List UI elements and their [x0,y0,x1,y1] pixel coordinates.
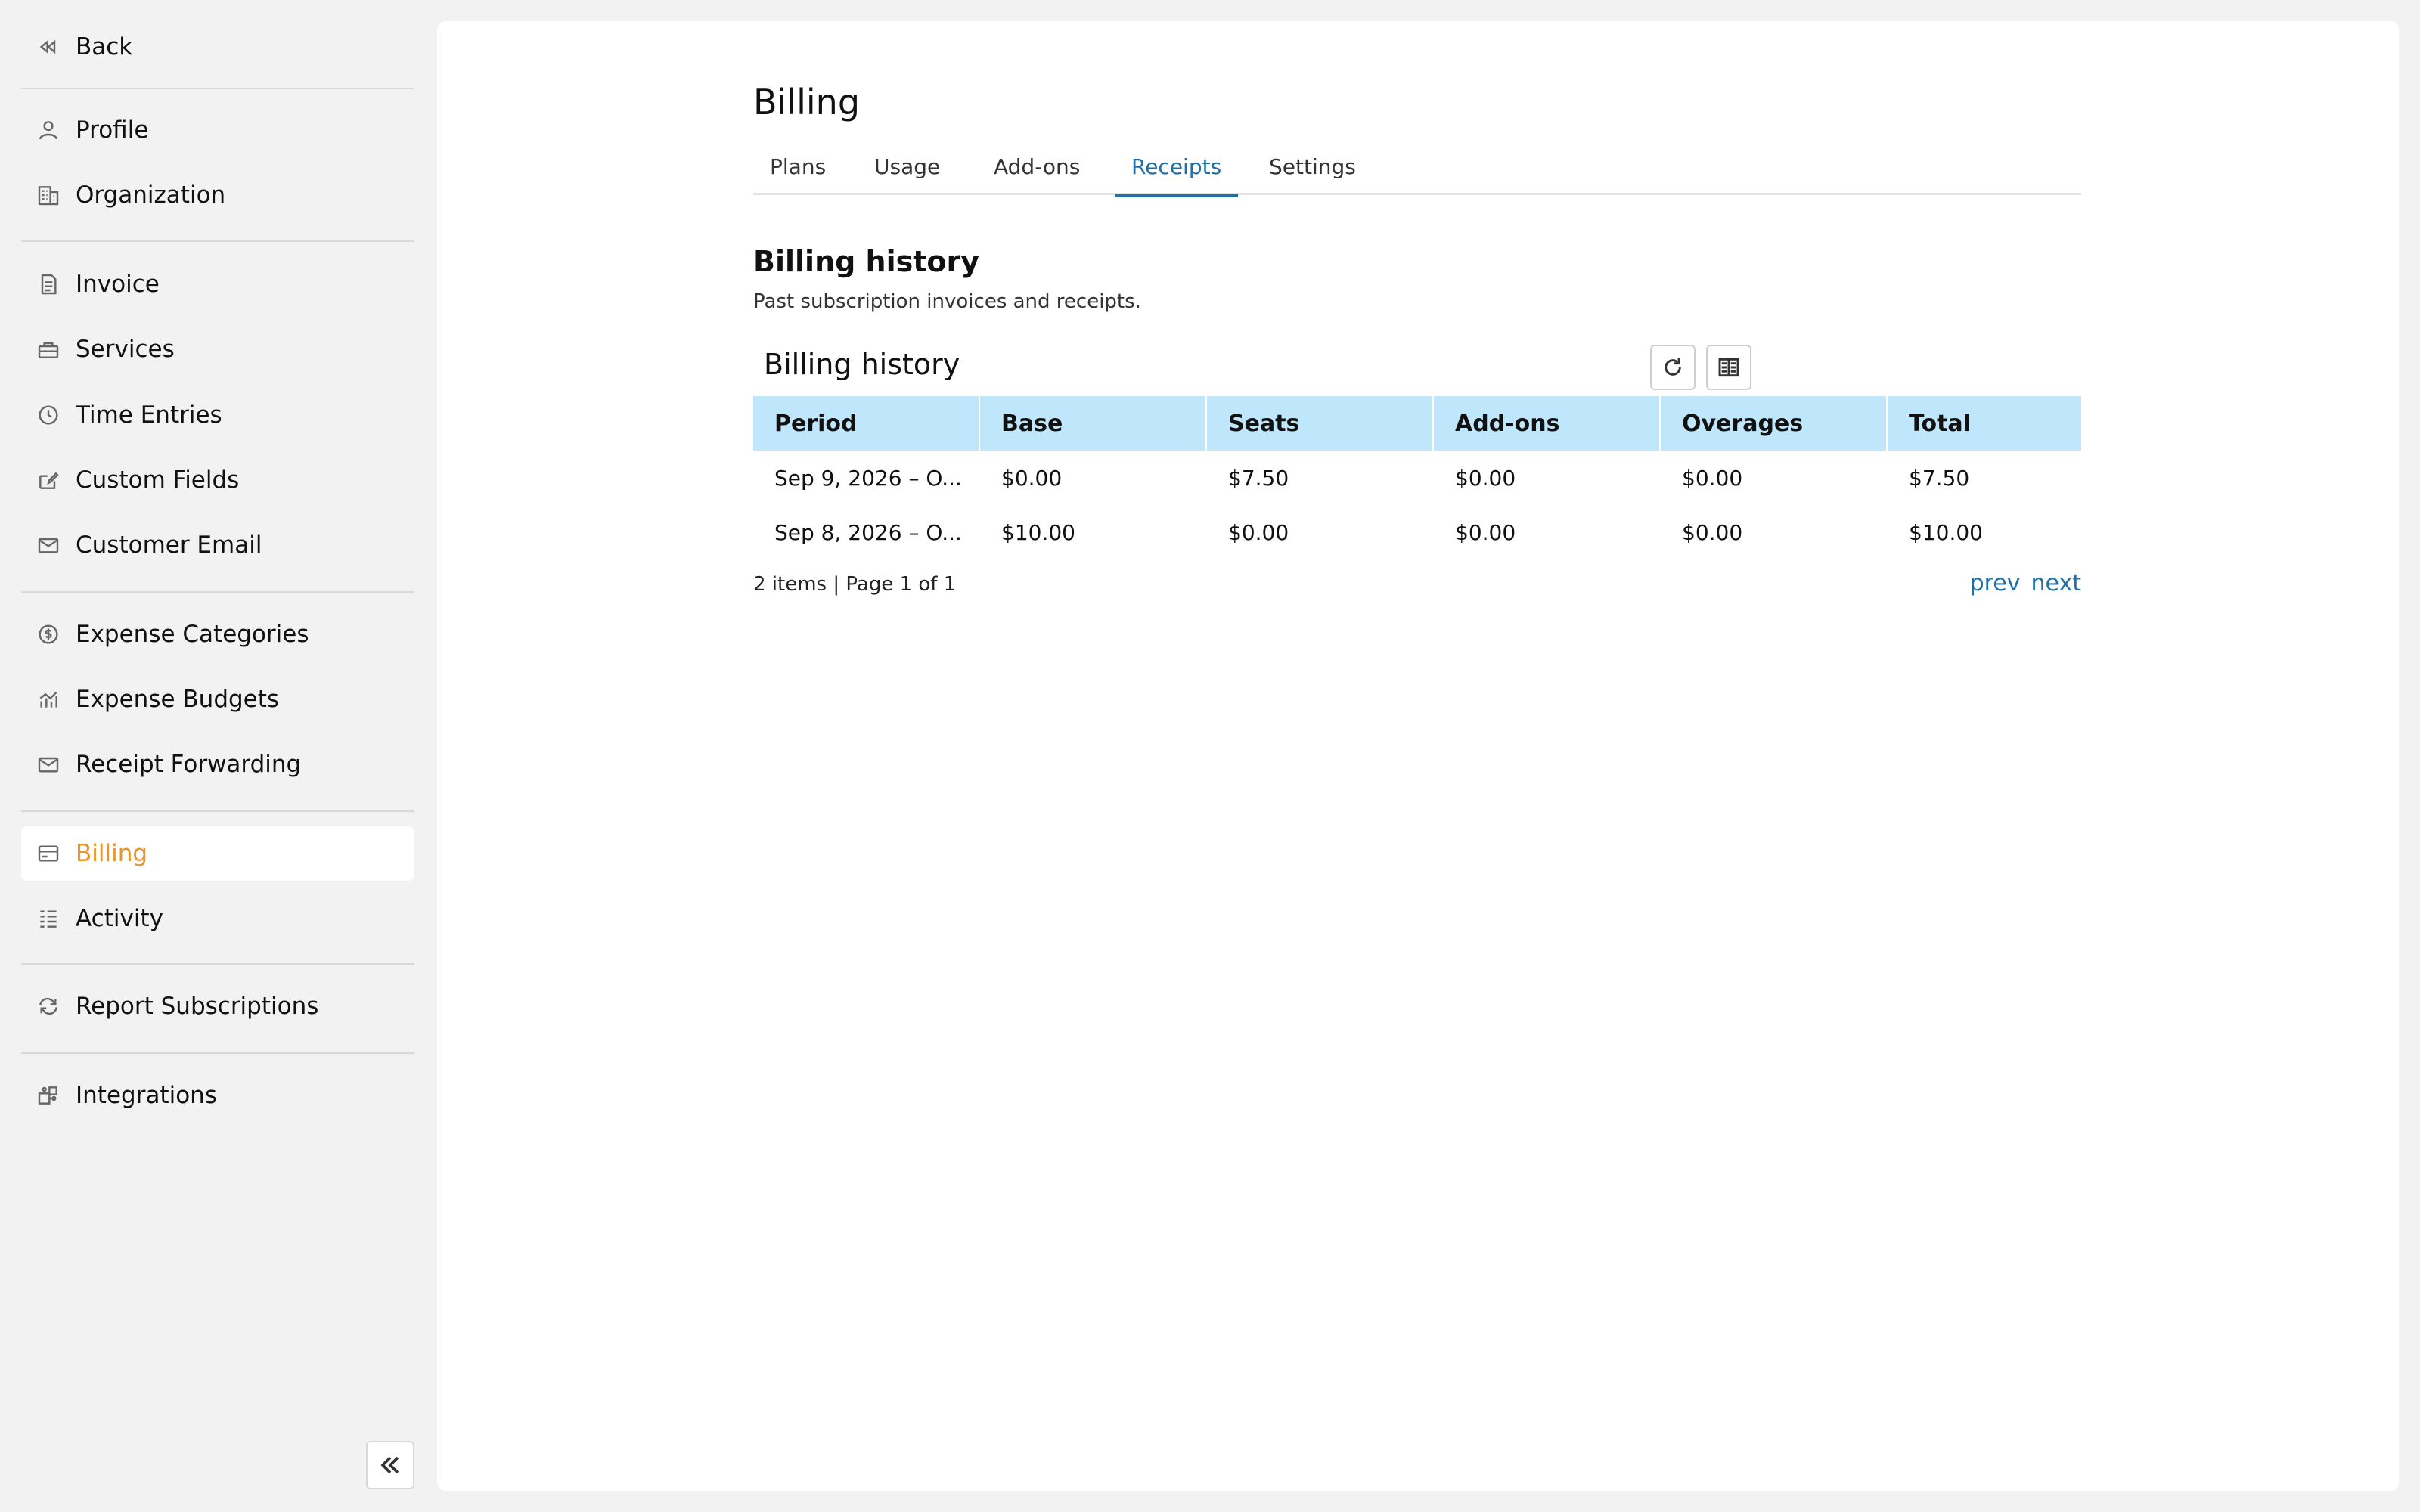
table-header-row: Period Base Seats Add-ons Overages Total [753,396,2081,451]
sidebar-item-label: Profile [76,116,149,144]
sidebar-item-integrations[interactable]: Integrations [21,1068,414,1123]
main-panel: Billing Plans Usage Add-ons Receipts Set… [437,21,2399,1491]
collapse-sidebar-button[interactable] [366,1441,414,1489]
building-icon [21,168,76,222]
refresh-button[interactable] [1650,345,1696,390]
sidebar-item-label: Billing [76,840,148,867]
cell-base: $10.00 [1001,519,1075,545]
back-label: Back [76,33,133,60]
sidebar-item-label: Customer Email [76,531,262,559]
billing-tabs: Plans Usage Add-ons Receipts Settings [753,150,2081,197]
table-row[interactable]: Sep 9, 2026 – O... $0.00 $7.50 $0.00 $0.… [753,451,2081,505]
sidebar-item-receipt-forwarding[interactable]: Receipt Forwarding [21,737,414,792]
sidebar-divider [21,591,414,593]
sidebar-divider [21,810,414,812]
column-header-add-ons[interactable]: Add-ons [1434,396,1661,451]
sidebar-item-label: Receipt Forwarding [76,751,302,778]
sidebar-item-billing[interactable]: Billing [21,826,414,881]
sidebar-item-label: Expense Categories [76,621,309,648]
back-button[interactable]: Back [21,20,414,74]
section-description: Past subscription invoices and receipts. [753,290,1141,313]
sidebar-item-label: Services [76,336,175,363]
sidebar-item-expense-budgets[interactable]: Expense Budgets [21,672,414,727]
billing-history-table: Period Base Seats Add-ons Overages Total… [753,396,2081,559]
sidebar-item-label: Activity [76,905,163,932]
cell-add-ons: $0.00 [1455,465,1516,491]
sidebar-item-activity[interactable]: Activity [21,891,414,946]
mail-icon [21,518,76,572]
tab-usage[interactable]: Usage [858,150,957,195]
sidebar-item-organization[interactable]: Organization [21,168,414,222]
rewind-back-icon [21,20,76,74]
double-chevron-left-icon [380,1456,399,1474]
prev-page-link[interactable]: prev [1970,570,2021,596]
tab-receipts[interactable]: Receipts [1115,150,1239,197]
puzzle-icon [21,1068,76,1123]
cell-total: $7.50 [1909,465,1970,491]
cell-overages: $0.00 [1682,519,1743,545]
mail-icon [21,737,76,792]
sidebar-item-customer-email[interactable]: Customer Email [21,518,414,572]
credit-card-icon [21,826,76,881]
cell-period: Sep 9, 2026 – O... [774,465,962,491]
table-title: Billing history [764,348,960,381]
sidebar-divider [21,963,414,965]
column-header-total[interactable]: Total [1888,396,2081,451]
sidebar-item-custom-fields[interactable]: Custom Fields [21,453,414,507]
sidebar-item-profile[interactable]: Profile [21,103,414,157]
sidebar-item-label: Custom Fields [76,466,240,494]
sidebar-divider [21,88,414,89]
repeat-icon [21,979,76,1033]
next-page-link[interactable]: next [2031,570,2081,596]
edit-icon [21,453,76,507]
sidebar-item-label: Integrations [76,1082,217,1109]
document-icon [21,257,76,311]
cell-total: $10.00 [1909,519,1983,545]
list-icon [21,891,76,946]
user-icon [21,103,76,157]
page-title: Billing [753,82,861,122]
dollar-circle-icon [21,607,76,662]
section-title: Billing history [753,245,980,278]
tab-settings[interactable]: Settings [1252,150,1373,195]
sidebar-item-invoice[interactable]: Invoice [21,257,414,311]
sidebar-divider [21,240,414,242]
sidebar-item-label: Expense Budgets [76,686,280,713]
cell-seats: $7.50 [1228,465,1289,491]
toolbox-icon [21,322,76,376]
cell-seats: $0.00 [1228,519,1289,545]
refresh-icon [1665,358,1681,376]
sidebar-divider [21,1052,414,1054]
sidebar-item-label: Organization [76,181,226,209]
columns-icon [1718,358,1739,377]
sidebar: Back Profile Organization Invoice Servic… [0,0,437,1512]
cell-add-ons: $0.00 [1455,519,1516,545]
sidebar-item-label: Time Entries [76,401,222,429]
column-header-base[interactable]: Base [980,396,1207,451]
column-header-seats[interactable]: Seats [1207,396,1434,451]
pagination-info: 2 items | Page 1 of 1 [753,573,957,596]
column-chooser-button[interactable] [1706,345,1751,390]
column-header-period[interactable]: Period [753,396,980,451]
column-header-overages[interactable]: Overages [1661,396,1888,451]
cell-base: $0.00 [1001,465,1063,491]
sidebar-item-label: Report Subscriptions [76,993,319,1020]
clock-icon [21,388,76,442]
cell-period: Sep 8, 2026 – O... [774,519,962,545]
sidebar-item-time-entries[interactable]: Time Entries [21,388,414,442]
table-row[interactable]: Sep 8, 2026 – O... $10.00 $0.00 $0.00 $0… [753,505,2081,559]
chart-icon [21,672,76,727]
sidebar-item-label: Invoice [76,271,160,298]
sidebar-item-report-subscriptions[interactable]: Report Subscriptions [21,979,414,1033]
tab-plans[interactable]: Plans [753,150,842,195]
pagination-controls: prev next [1970,570,2081,596]
tab-add-ons[interactable]: Add-ons [977,150,1097,195]
sidebar-item-services[interactable]: Services [21,322,414,376]
cell-overages: $0.00 [1682,465,1743,491]
sidebar-item-expense-categories[interactable]: Expense Categories [21,607,414,662]
